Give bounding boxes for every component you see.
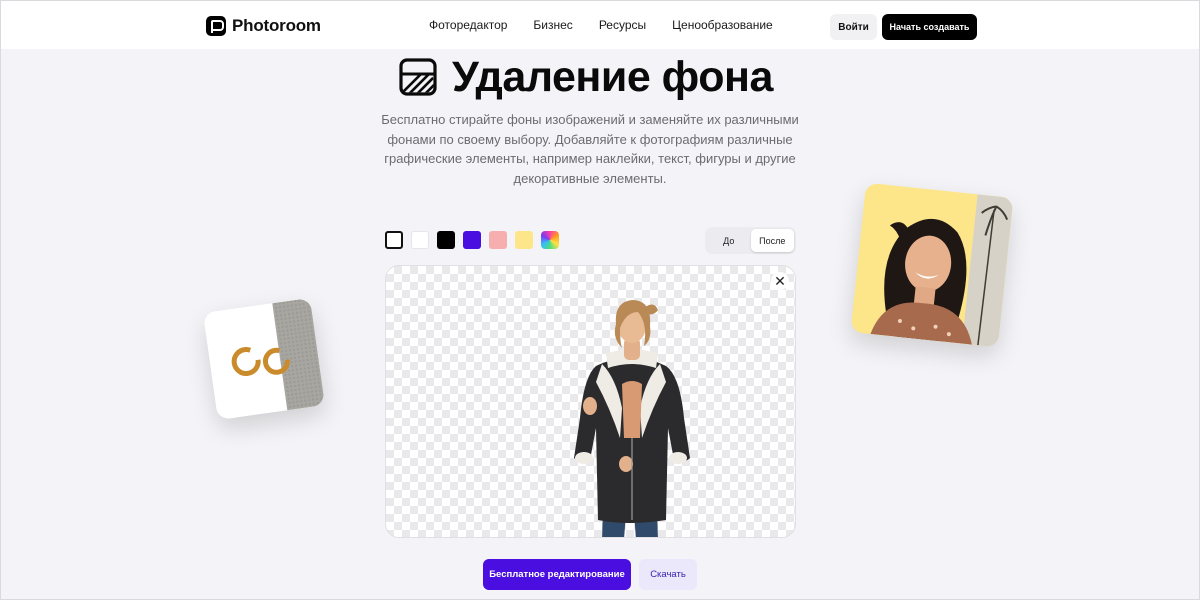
nav-item-resources[interactable]: Ресурсы <box>599 18 646 32</box>
start-creating-button[interactable]: Начать создавать <box>882 14 977 40</box>
brand-name: Photoroom <box>232 16 321 35</box>
swatch-gradient[interactable] <box>541 231 559 249</box>
free-edit-button[interactable]: Бесплатное редактирование <box>483 559 631 590</box>
nav-item-photo-editor[interactable]: Фоторедактор <box>429 18 507 32</box>
toggle-before[interactable]: До <box>707 229 751 252</box>
main-nav: Фоторедактор Бизнес Ресурсы Ценообразова… <box>429 18 773 32</box>
photoroom-logo-icon <box>206 16 226 36</box>
swatch-transparent[interactable] <box>385 231 403 249</box>
download-button[interactable]: Скачать <box>639 559 697 590</box>
earrings-example-card <box>203 298 325 420</box>
background-color-swatches <box>385 231 559 249</box>
portrait-example-card <box>850 182 1014 348</box>
preview-canvas[interactable]: ✕ <box>385 265 796 538</box>
photoroom-logo[interactable]: Photoroom <box>206 15 321 37</box>
swatch-pink[interactable] <box>489 231 507 249</box>
nav-item-pricing[interactable]: Ценообразование <box>672 18 773 32</box>
portrait-photo <box>850 182 1014 348</box>
earrings-photo <box>203 298 325 420</box>
background-removal-icon <box>399 58 437 96</box>
top-header: Photoroom Фоторедактор Бизнес Ресурсы Це… <box>1 1 1199 49</box>
login-button[interactable]: Войти <box>830 14 877 40</box>
page-title-text: Удаление фона <box>452 52 773 101</box>
nav-item-business[interactable]: Бизнес <box>533 18 572 32</box>
swatch-white[interactable] <box>411 231 429 249</box>
page-title: Удаление фона <box>398 52 773 102</box>
hero-description: Бесплатно стирайте фоны изображений и за… <box>381 112 799 186</box>
close-icon[interactable]: ✕ <box>771 272 789 290</box>
person-cutout-image <box>574 300 690 537</box>
toggle-after[interactable]: После <box>750 229 794 252</box>
swatch-purple[interactable] <box>463 231 481 249</box>
swatch-black[interactable] <box>437 231 455 249</box>
before-after-toggle: До После <box>705 227 796 254</box>
swatch-yellow[interactable] <box>515 231 533 249</box>
